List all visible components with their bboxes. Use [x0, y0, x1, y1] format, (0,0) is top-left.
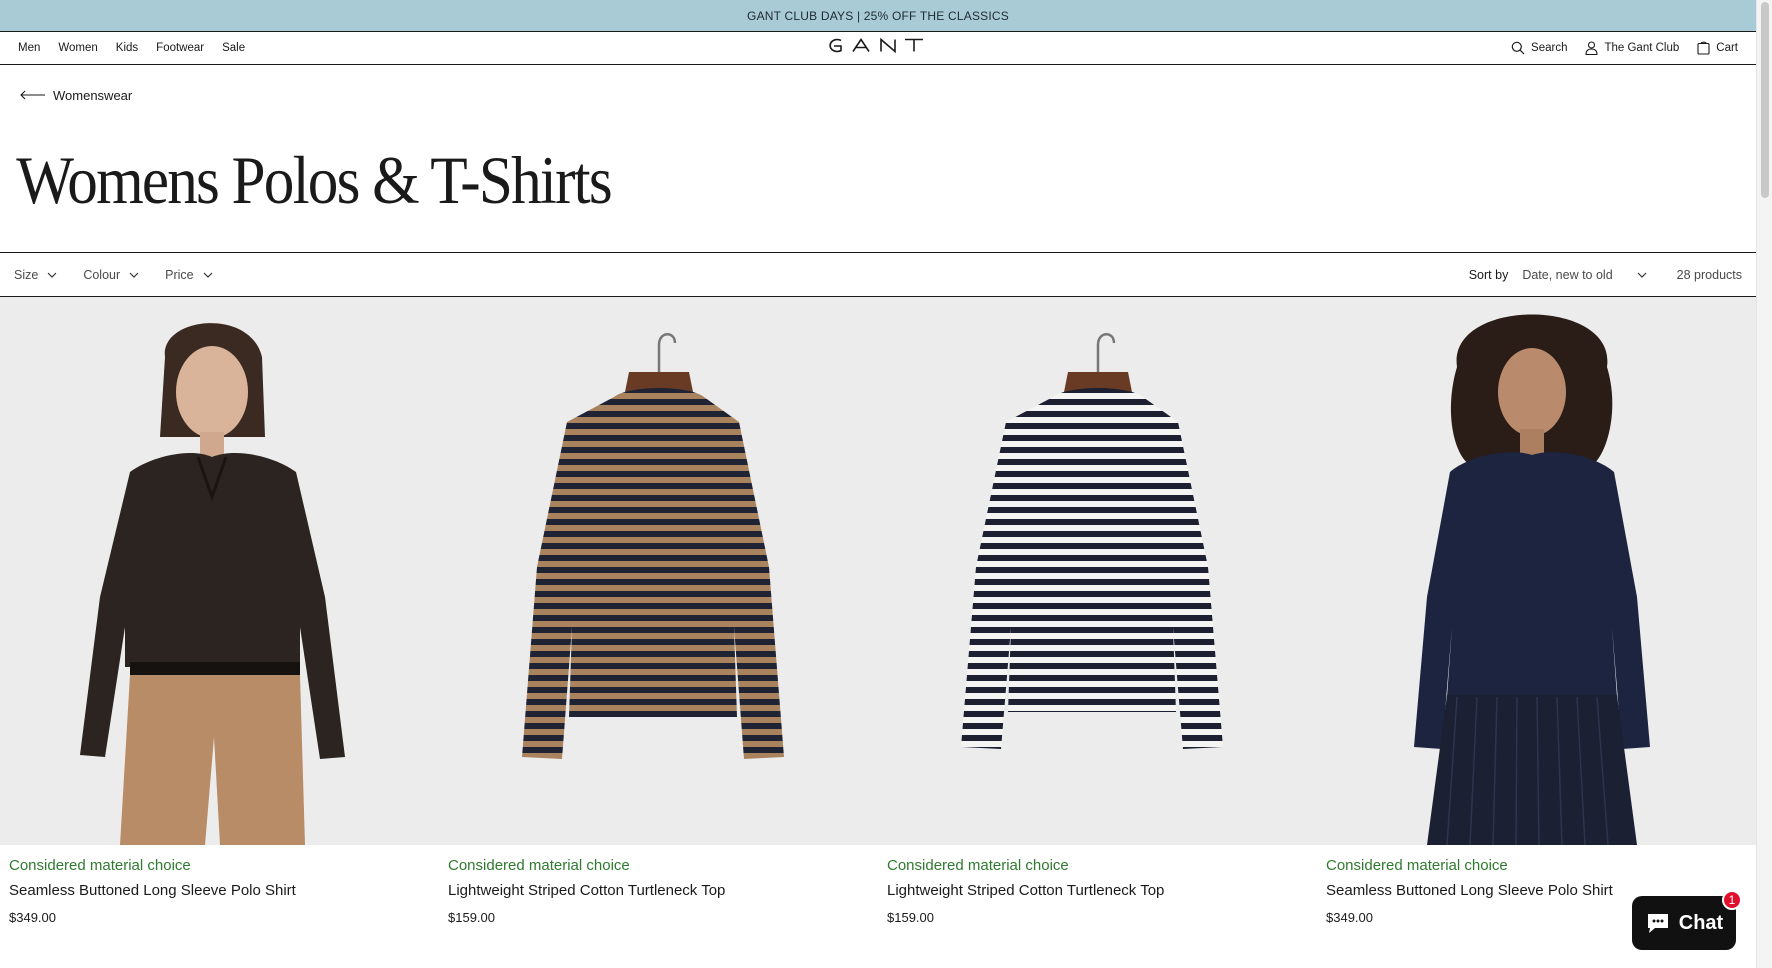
product-info: Considered material choice Lightweight S… — [878, 845, 1317, 925]
product-image[interactable] — [439, 297, 878, 845]
product-info: Considered material choice Seamless Butt… — [0, 845, 439, 925]
product-name[interactable]: Lightweight Striped Cotton Turtleneck To… — [448, 882, 869, 899]
sort-value: Date, new to old — [1522, 267, 1613, 282]
nav-footwear[interactable]: Footwear — [156, 42, 204, 54]
model-dark-polo-image — [0, 297, 439, 845]
striped-turtleneck-brown-image — [439, 297, 878, 845]
filter-price[interactable]: Price — [165, 267, 213, 282]
chevron-down-icon — [1637, 272, 1647, 278]
product-image[interactable] — [0, 297, 439, 845]
filter-colour-label: Colour — [83, 267, 121, 282]
product-card[interactable]: Considered material choice Seamless Butt… — [1317, 297, 1756, 925]
cart-icon — [1697, 41, 1710, 55]
nav-sale[interactable]: Sale — [222, 42, 245, 54]
filter-colour[interactable]: Colour — [83, 268, 139, 282]
product-name[interactable]: Seamless Buttoned Long Sleeve Polo Shirt — [9, 882, 430, 899]
page: GANT CLUB DAYS | 25% OFF THE CLASSICS Me… — [0, 0, 1756, 968]
striped-turtleneck-white-image — [878, 297, 1317, 845]
chat-bubble-icon — [1647, 914, 1668, 933]
product-name[interactable]: Lightweight Striped Cotton Turtleneck To… — [887, 882, 1308, 899]
product-image[interactable] — [1317, 297, 1756, 845]
page-title: Womens Polos & T-Shirts — [16, 142, 612, 218]
product-card[interactable]: Considered material choice Lightweight S… — [439, 297, 878, 925]
product-card[interactable]: Considered material choice Lightweight S… — [878, 297, 1317, 925]
chat-notification-badge: 1 — [1722, 890, 1742, 910]
chat-label: Chat — [1678, 911, 1724, 934]
material-badge: Considered material choice — [887, 857, 1069, 874]
chevron-down-icon — [129, 272, 139, 278]
product-image[interactable] — [878, 297, 1317, 845]
search-icon — [1511, 41, 1525, 55]
product-price: $159.00 — [887, 910, 934, 925]
announcement-text[interactable]: GANT CLUB DAYS | 25% OFF THE CLASSICS — [747, 9, 1009, 23]
search-label: Search — [1531, 42, 1568, 54]
utility-nav: Search The Gant Club Cart — [1511, 41, 1738, 55]
filter-bar: Size Colour Price Sort by Date, new to o… — [0, 252, 1756, 297]
sort-select[interactable]: Date, new to old — [1522, 267, 1647, 282]
nav-men[interactable]: Men — [18, 42, 40, 54]
product-price: $159.00 — [448, 910, 495, 925]
filter-group: Size Colour Price — [14, 268, 213, 282]
product-card[interactable]: Considered material choice Seamless Butt… — [0, 297, 439, 925]
breadcrumb-label: Womenswear — [53, 87, 133, 103]
scrollbar[interactable] — [1756, 0, 1772, 968]
filter-price-label: Price — [165, 267, 194, 282]
filter-size[interactable]: Size — [14, 268, 57, 282]
product-grid: Considered material choice Seamless Butt… — [0, 297, 1756, 925]
user-icon — [1585, 41, 1599, 55]
sort-group: Sort by Date, new to old 28 products — [1469, 268, 1742, 282]
material-badge: Considered material choice — [1326, 857, 1508, 874]
model-navy-polo-image — [1317, 297, 1756, 845]
scrollbar-thumb[interactable] — [1761, 2, 1769, 198]
nav-kids[interactable]: Kids — [116, 42, 138, 54]
chevron-down-icon — [203, 272, 213, 278]
account-button[interactable]: The Gant Club — [1585, 41, 1679, 55]
filter-size-label: Size — [14, 267, 39, 282]
site-header: Men Women Kids Footwear Sale Search The … — [0, 32, 1756, 65]
announcement-bar[interactable]: GANT CLUB DAYS | 25% OFF THE CLASSICS — [0, 0, 1756, 32]
chevron-down-icon — [47, 272, 57, 278]
chat-button[interactable]: Chat 1 — [1632, 890, 1742, 950]
material-badge: Considered material choice — [448, 857, 630, 874]
cart-label: Cart — [1716, 42, 1738, 54]
search-button[interactable]: Search — [1511, 41, 1567, 55]
cart-button[interactable]: Cart — [1697, 41, 1738, 55]
account-label: The Gant Club — [1604, 42, 1680, 54]
product-info: Considered material choice Lightweight S… — [439, 845, 878, 925]
product-count: 28 products — [1676, 267, 1742, 282]
material-badge: Considered material choice — [9, 857, 191, 874]
arrow-left-icon — [20, 90, 45, 100]
gant-logo-mark — [829, 37, 923, 54]
nav-women[interactable]: Women — [58, 42, 97, 54]
product-price: $349.00 — [9, 910, 56, 925]
main-nav: Men Women Kids Footwear Sale — [18, 42, 245, 54]
breadcrumb[interactable]: Womenswear — [0, 65, 1756, 125]
sort-label: Sort by — [1468, 267, 1509, 282]
gant-logo[interactable] — [823, 37, 933, 59]
